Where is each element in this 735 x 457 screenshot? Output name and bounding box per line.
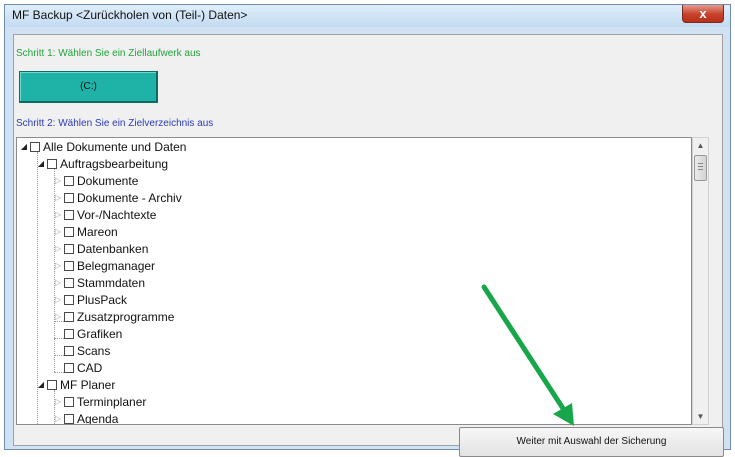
tree-node-label: Terminplaner: [77, 394, 147, 409]
tree-checkbox[interactable]: [64, 413, 74, 424]
tree-node-label: MF Planer: [60, 377, 116, 392]
tree-node-dokumente-archiv[interactable]: ▷ Dokumente - Archiv: [53, 189, 182, 206]
tree-checkbox[interactable]: [64, 277, 74, 288]
tree-node-label: Scans: [77, 343, 111, 358]
tree-node-label: Dokumente - Archiv: [77, 190, 182, 205]
scrollbar-thumb[interactable]: [694, 155, 707, 181]
collapsed-icon[interactable]: ▷: [53, 240, 63, 257]
collapsed-icon[interactable]: ▷: [53, 172, 63, 189]
tree-node-belegmanager[interactable]: ▷ Belegmanager: [53, 257, 155, 274]
tree-node-pluspack[interactable]: ▷ PlusPack: [53, 291, 127, 308]
tree-checkbox[interactable]: [64, 209, 74, 220]
collapsed-icon[interactable]: ▷: [53, 206, 63, 223]
collapsed-icon[interactable]: ▷: [53, 257, 63, 274]
collapsed-icon[interactable]: ▷: [53, 393, 63, 410]
collapsed-icon[interactable]: ▷: [53, 223, 63, 240]
expanded-icon[interactable]: ◢: [36, 376, 46, 393]
tree-checkbox[interactable]: [64, 226, 74, 237]
tree-checkbox[interactable]: [30, 141, 40, 152]
drive-c-button[interactable]: (C:): [19, 71, 158, 103]
collapsed-icon[interactable]: ▷: [53, 291, 63, 308]
window-title: MF Backup <Zurückholen von (Teil-) Daten…: [12, 8, 248, 22]
expanded-icon[interactable]: ◢: [19, 138, 29, 155]
collapsed-icon[interactable]: ▷: [53, 274, 63, 291]
tree-node-zusatzprogramme[interactable]: ▷ Zusatzprogramme: [53, 308, 174, 325]
tree-node-label: Alle Dokumente und Daten: [43, 139, 187, 154]
tree-checkbox[interactable]: [64, 260, 74, 271]
expanded-icon[interactable]: ◢: [36, 155, 46, 172]
continue-to-backup-selection-button[interactable]: Weiter mit Auswahl der Sicherung: [459, 427, 724, 457]
scroll-up-icon[interactable]: ▲: [693, 138, 708, 153]
collapsed-icon[interactable]: ▷: [53, 410, 63, 424]
tree-node-mareon[interactable]: ▷ Mareon: [53, 223, 118, 240]
tree-checkbox[interactable]: [64, 362, 74, 373]
dialog-body: Schritt 1: Wählen Sie ein Ziellaufwerk a…: [13, 34, 724, 457]
tree-node-stammdaten[interactable]: ▷ Stammdaten: [53, 274, 145, 291]
app-window: MF Backup <Zurückholen von (Teil-) Daten…: [4, 4, 731, 457]
tree-node-label: Grafiken: [77, 326, 123, 341]
tree-node-dokumente[interactable]: ▷ Dokumente: [53, 172, 138, 189]
step1-label: Schritt 1: Wählen Sie ein Ziellaufwerk a…: [16, 48, 201, 59]
scroll-down-icon[interactable]: ▼: [693, 409, 708, 424]
tree-node-label: PlusPack: [77, 292, 128, 307]
step2-label: Schritt 2: Wählen Sie ein Zielverzeichni…: [16, 118, 214, 129]
tree-node-label: Agenda: [77, 411, 119, 425]
tree-node-datenbanken[interactable]: ▷ Datenbanken: [53, 240, 148, 257]
tree-node-label: Mareon: [77, 224, 118, 239]
tree-node-label: Zusatzprogramme: [77, 309, 175, 324]
directory-tree[interactable]: ◢ Alle Dokumente und Daten ◢ Auftragsbea…: [16, 137, 692, 425]
tree-node-root[interactable]: ◢ Alle Dokumente und Daten: [19, 138, 187, 155]
tree-node-label: CAD: [77, 360, 103, 375]
tree-node-cad[interactable]: CAD: [63, 359, 102, 376]
tree-scrollbar[interactable]: ▲ ▼: [692, 137, 709, 425]
tree-checkbox[interactable]: [64, 243, 74, 254]
tree-node-grafiken[interactable]: Grafiken: [63, 325, 122, 342]
tree-node-label: Belegmanager: [77, 258, 156, 273]
close-button[interactable]: x: [682, 5, 724, 23]
tree-checkbox[interactable]: [47, 379, 57, 390]
close-icon: x: [699, 6, 707, 21]
tree-checkbox[interactable]: [64, 345, 74, 356]
tree-checkbox[interactable]: [64, 192, 74, 203]
collapsed-icon[interactable]: ▷: [53, 308, 63, 325]
tree-node-vor-nachtexte[interactable]: ▷ Vor-/Nachtexte: [53, 206, 156, 223]
tree-node-label: Stammdaten: [77, 275, 146, 290]
tree-node-scans[interactable]: Scans: [63, 342, 110, 359]
collapsed-icon[interactable]: ▷: [53, 189, 63, 206]
tree-checkbox[interactable]: [64, 396, 74, 407]
tree-checkbox[interactable]: [64, 311, 74, 322]
tree-checkbox[interactable]: [64, 294, 74, 305]
tree-node-label: Datenbanken: [77, 241, 149, 256]
title-bar[interactable]: MF Backup <Zurückholen von (Teil-) Daten…: [5, 5, 730, 27]
tree-checkbox[interactable]: [47, 158, 57, 169]
tree-checkbox[interactable]: [64, 175, 74, 186]
tree-node-agenda[interactable]: ▷ Agenda: [53, 410, 118, 425]
tree-node-terminplaner[interactable]: ▷ Terminplaner: [53, 393, 146, 410]
tree-node-mf-planer[interactable]: ◢ MF Planer: [36, 376, 115, 393]
tree-node-label: Auftragsbearbeitung: [60, 156, 169, 171]
tree-node-label: Vor-/Nachtexte: [77, 207, 157, 222]
tree-node-label: Dokumente: [77, 173, 139, 188]
tree-node-auftragsbearbeitung[interactable]: ◢ Auftragsbearbeitung: [36, 155, 168, 172]
tree-checkbox[interactable]: [64, 328, 74, 339]
